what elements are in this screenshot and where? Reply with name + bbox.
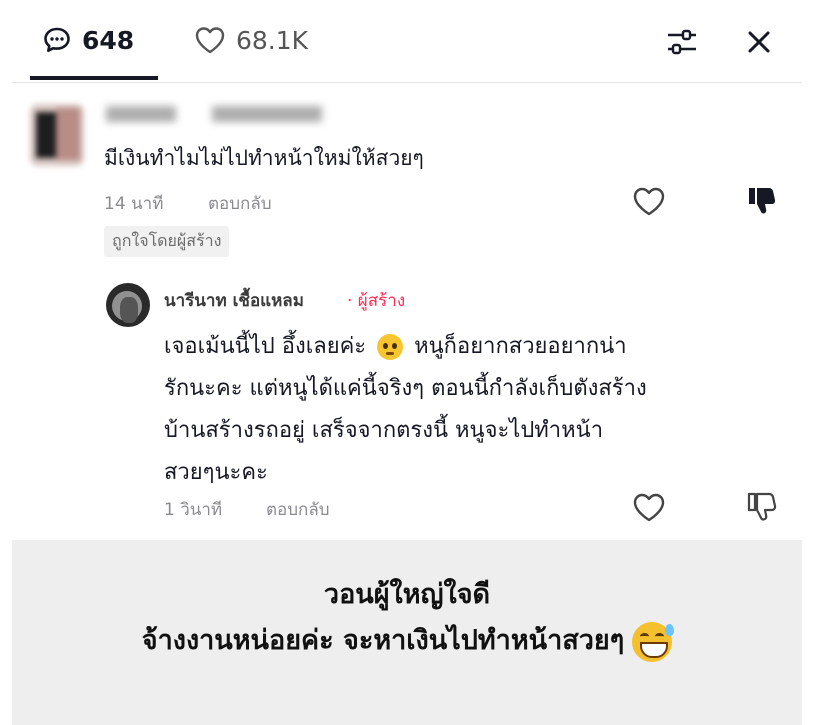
reply-text-segment: เจอเม้นนี้ไป อึ้งเลยค่ะ (164, 334, 367, 359)
caption-text: จ้างงานหน่อยค่ะ จะหาเงินไปทำหน้าสวยๆ (141, 625, 625, 656)
caption-banner: วอนผู้ใหญ่ใจดี จ้างงานหน่อยค่ะ จะหาเงินไ… (12, 540, 802, 725)
creator-tag: · ผู้สร้าง (347, 291, 406, 311)
close-icon[interactable] (741, 24, 777, 60)
avatar[interactable] (30, 104, 84, 166)
reply-time: 1 วินาที (164, 500, 223, 520)
sliders-icon[interactable] (664, 24, 700, 60)
reply-text-line: เจอเม้นนี้ไป อึ้งเลยค่ะ หนูก็อยากสวยอยาก… (164, 328, 627, 363)
blurred-username (106, 106, 176, 122)
comment-bubble-icon (44, 27, 70, 52)
comments-panel: 648 68.1K มีเงินทำไมไม่ไปทำหน้าใหม่ให้สว… (12, 0, 802, 725)
comments-count: 648 (82, 25, 135, 55)
creator-avatar[interactable] (106, 283, 150, 327)
dislike-outline-icon[interactable] (744, 490, 778, 524)
reply-button[interactable]: ตอบกลับ (266, 496, 330, 523)
reply-text-line: บ้านสร้างรถอยู่ เสร็จจากตรงนี้ หนูจะไปทำ… (164, 418, 604, 443)
likes-count: 68.1K (236, 25, 309, 55)
blurred-username (212, 106, 322, 122)
active-tab-indicator (30, 76, 158, 80)
tab-likes[interactable]: 68.1K (194, 22, 308, 58)
heart-outline-icon[interactable] (632, 490, 666, 524)
pleading-face-emoji-icon (377, 334, 404, 360)
comment-text: มีเงินทำไมไม่ไปทำหน้าใหม่ให้สวยๆ (104, 146, 424, 170)
creator-name[interactable]: นารีนาท เชื้อแหลม (164, 287, 304, 314)
dislike-filled-icon[interactable] (744, 184, 778, 218)
caption-line-1: วอนผู้ใหญ่ใจดี (323, 579, 491, 610)
heart-outline-icon (195, 27, 225, 54)
comments-header: 648 68.1K (12, 0, 802, 83)
liked-by-creator-badge: ถูกใจโดยผู้สร้าง (104, 226, 230, 257)
reply-text-line: สวยๆนะคะ (164, 460, 268, 485)
reply-text-segment: หนูก็อยากสวยอยากน่า (414, 334, 627, 359)
reply-button[interactable]: ตอบกลับ (208, 190, 272, 217)
caption-line-2: จ้างงานหน่อยค่ะ จะหาเงินไปทำหน้าสวยๆ (12, 618, 802, 662)
heart-outline-icon[interactable] (632, 184, 666, 218)
reply-text-line: รักนะคะ แต่หนูได้แค่นี้จริงๆ ตอนนี้กำลัง… (164, 376, 647, 401)
grinning-sweat-emoji-icon (632, 621, 675, 662)
comment-time: 14 นาที (104, 194, 164, 214)
tab-comments[interactable]: 648 (42, 22, 134, 58)
